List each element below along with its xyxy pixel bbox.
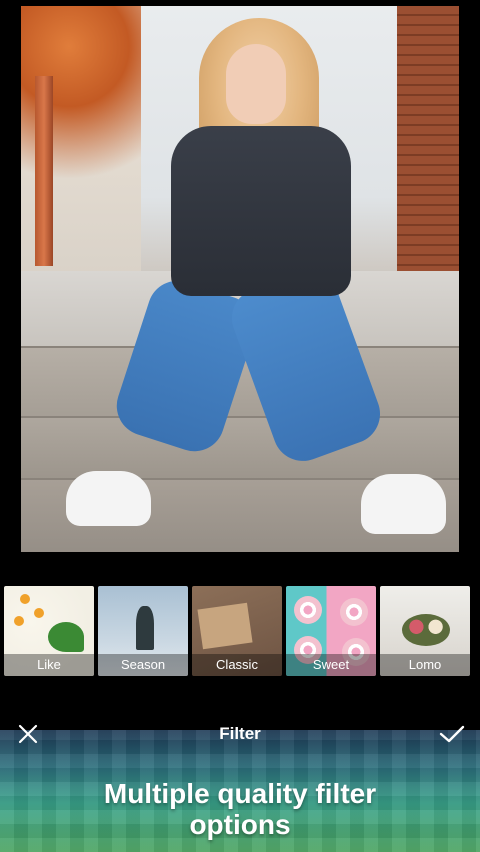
filter-label: Season (98, 654, 188, 676)
leaf-shape (48, 622, 84, 652)
fruit-shape (14, 616, 24, 626)
filter-like[interactable]: Like (4, 586, 94, 676)
stair-step (21, 416, 459, 480)
promo-text: Multiple quality filter options (0, 778, 480, 840)
filter-label: Like (4, 654, 94, 676)
toolbar-title: Filter (219, 724, 261, 743)
paper-shape (197, 602, 253, 650)
confirm-button[interactable] (424, 708, 480, 760)
filter-season[interactable]: Season (98, 586, 188, 676)
filter-toolbar: Filter (0, 708, 480, 760)
person-shoe-left (66, 471, 151, 526)
person-shoe-right (361, 474, 446, 534)
person-face (226, 44, 286, 124)
filter-label: Sweet (286, 654, 376, 676)
filter-lomo[interactable]: Lomo (380, 586, 470, 676)
filter-classic[interactable]: Classic (192, 586, 282, 676)
promo-line-1: Multiple quality filter (103, 778, 377, 809)
filter-label: Lomo (380, 654, 470, 676)
close-button[interactable] (0, 708, 56, 760)
fruit-shape (20, 594, 30, 604)
promo-line-2: options (189, 809, 291, 840)
filter-sweet[interactable]: Sweet (286, 586, 376, 676)
filter-strip: Like Season Classic Sweet Lomo (4, 586, 480, 676)
background-wall-right (397, 6, 459, 296)
donut-shape (340, 598, 368, 626)
fruit-shape (34, 608, 44, 618)
close-icon (18, 724, 38, 744)
flower-vase-shape (402, 614, 450, 646)
filter-editor-screen: Like Season Classic Sweet Lomo Multiple … (0, 0, 480, 852)
donut-shape (294, 596, 322, 624)
person-jacket (171, 126, 351, 296)
photo-preview (21, 6, 459, 552)
checkmark-icon (439, 725, 465, 743)
tree-shape (136, 606, 154, 650)
background-tree (35, 76, 53, 266)
filter-label: Classic (192, 654, 282, 676)
